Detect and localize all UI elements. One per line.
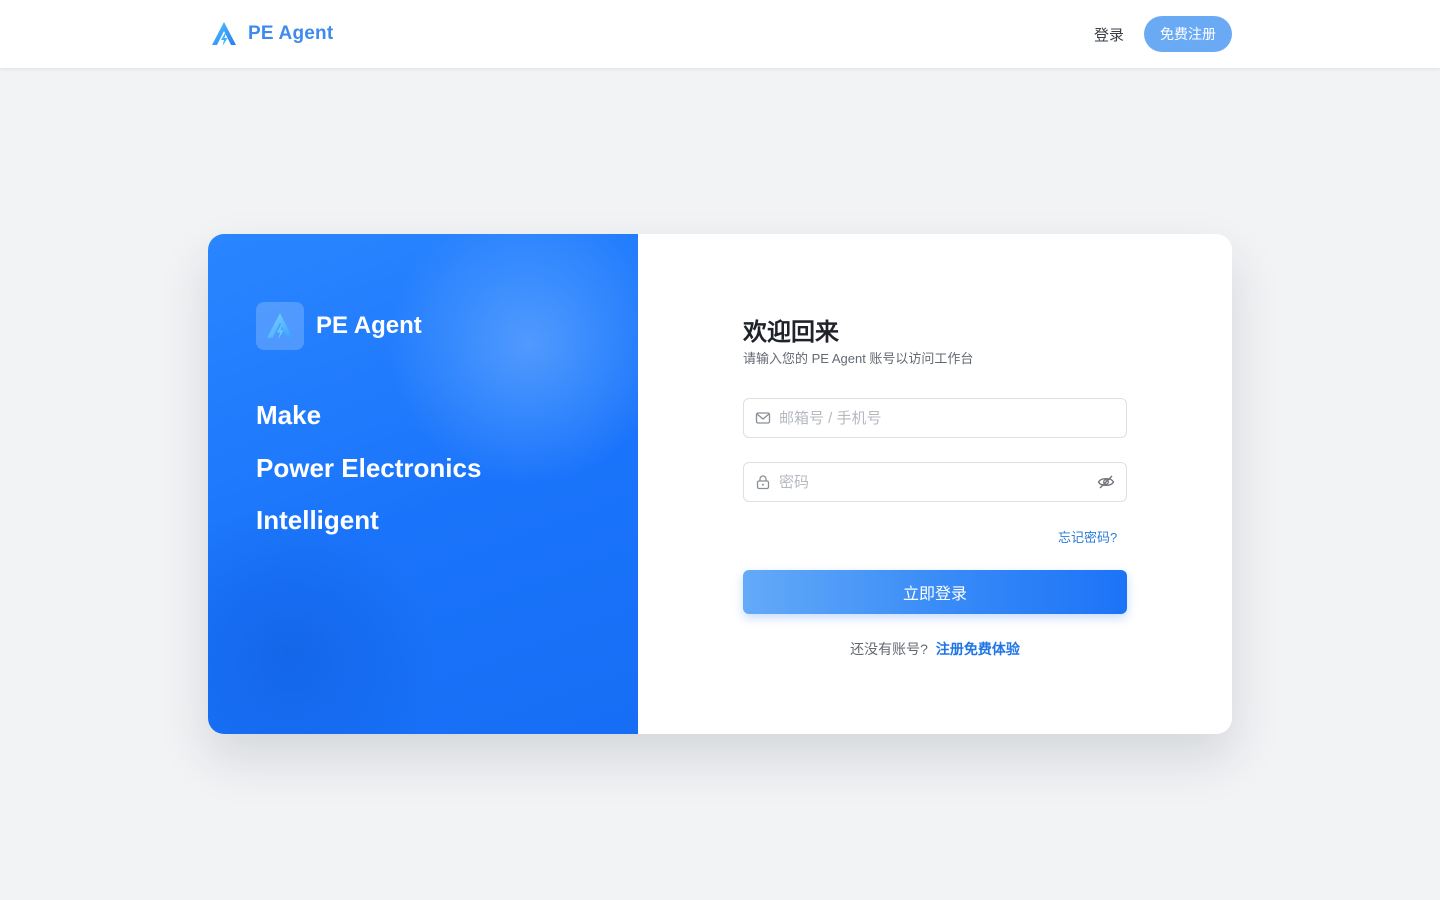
header-register-button[interactable]: 免费注册 (1144, 16, 1232, 52)
email-input[interactable] (779, 399, 1126, 437)
signup-link[interactable]: 注册免费体验 (936, 639, 1020, 659)
header-brand-name: PE Agent (248, 23, 334, 44)
top-navigation-bar: PE Agent 登录 免费注册 (0, 0, 1440, 68)
login-form-pane: 欢迎回来 请输入您的 PE Agent 账号以访问工作台 忘记密码? 立 (638, 234, 1232, 734)
pe-agent-logo-icon (267, 313, 293, 339)
forgot-password-link[interactable]: 忘记密码? (1058, 527, 1117, 546)
pe-agent-logo-icon (212, 22, 236, 46)
eye-off-icon[interactable] (1097, 473, 1115, 491)
password-input[interactable] (779, 463, 1097, 501)
promo-brand: PE Agent (256, 302, 422, 350)
mail-icon (755, 412, 771, 424)
tagline-power-electronics: Power Electronics (256, 453, 482, 483)
form-title: 欢迎回来 (743, 319, 839, 346)
email-field[interactable] (743, 398, 1127, 438)
login-submit-button[interactable]: 立即登录 (743, 570, 1127, 614)
header-brand-link[interactable]: PE Agent (210, 20, 333, 48)
header-login-link[interactable]: 登录 (1094, 24, 1124, 45)
form-subtitle: 请输入您的 PE Agent 账号以访问工作台 (743, 351, 974, 366)
tagline-make: Make (256, 400, 322, 430)
promo-logo-badge (256, 302, 304, 350)
promo-brand-name: PE Agent (316, 312, 422, 339)
signup-prompt: 还没有账号? 注册免费体验 (638, 639, 1232, 659)
login-card: PE Agent Make Power Electronics Intellig… (208, 234, 1232, 734)
signup-question: 还没有账号? (850, 641, 928, 657)
password-field[interactable] (743, 462, 1127, 502)
promo-panel: PE Agent Make Power Electronics Intellig… (208, 234, 638, 734)
tagline-intelligent: Intelligent (256, 505, 379, 535)
lock-icon (756, 475, 770, 490)
